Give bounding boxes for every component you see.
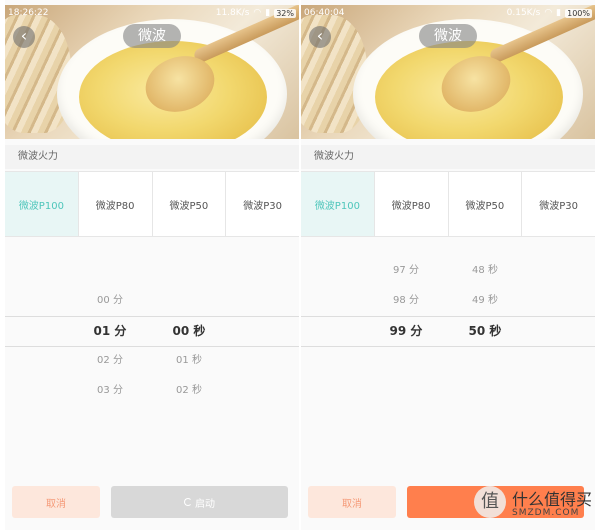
battery-level: 32% [274, 8, 296, 18]
minute-value: 02 分 [97, 355, 123, 366]
minute-value: 98 分 [393, 295, 419, 306]
picker-row[interactable]: 98 分 49 秒 [301, 286, 595, 316]
status-bar: 18:26:22 11.8K/s ◠ ▮ 32% [5, 6, 299, 20]
second-value: 01 秒 [176, 355, 202, 366]
time-picker[interactable]: 00 分 01 分 00 秒 02 分 01 秒 03 分 02 秒 [5, 238, 299, 478]
second-value: 50 秒 [468, 324, 502, 338]
section-label: 微波火力 [5, 145, 299, 169]
phone-screen-right: 06:40:04 0.15K/s ◠ ▮ 100% ‹ 微波 微波火力 微波P1… [301, 0, 595, 530]
tab-p100[interactable]: 微波P100 [5, 172, 78, 236]
section-label: 微波火力 [301, 145, 595, 169]
power-tabs: 微波P100 微波P80 微波P50 微波P30 [5, 171, 299, 237]
picker-row-selected[interactable]: 99 分 50 秒 [301, 316, 595, 346]
power-tabs: 微波P100 微波P80 微波P50 微波P30 [301, 171, 595, 237]
network-speed: 11.8K/s [215, 8, 250, 18]
page-title: 微波 [419, 24, 477, 48]
picker-row-selected[interactable]: 01 分 00 秒 [5, 316, 299, 346]
tab-p50[interactable]: 微波P50 [447, 172, 522, 236]
minute-value: 00 分 [97, 295, 123, 306]
picker-row[interactable]: 00 分 [5, 286, 299, 316]
second-value: 00 秒 [172, 324, 206, 338]
watermark-title: 什么值得买 [512, 490, 593, 509]
tab-p30[interactable]: 微波P30 [521, 172, 595, 236]
picker-row[interactable]: 03 分 02 秒 [5, 376, 299, 406]
picker-row[interactable] [5, 256, 299, 286]
time-picker[interactable]: 97 分 48 秒 98 分 49 秒 99 分 50 秒 [301, 238, 595, 478]
picker-row[interactable]: 97 分 48 秒 [301, 256, 595, 286]
smzdm-logo-icon: 值 [474, 486, 506, 518]
status-time: 06:40:04 [304, 8, 345, 18]
minute-value: 97 分 [393, 265, 419, 276]
back-button[interactable]: ‹ [13, 26, 35, 48]
network-speed: 0.15K/s [506, 8, 541, 18]
minute-value: 03 分 [97, 385, 123, 396]
wifi-icon: ◠ [544, 8, 553, 18]
status-bar: 06:40:04 0.15K/s ◠ ▮ 100% [301, 6, 595, 20]
signal-icon: ▮ [556, 8, 562, 18]
watermark-subtitle: SMZDM.COM [512, 508, 580, 518]
cancel-button[interactable]: 取消 [12, 486, 100, 518]
second-value: 48 秒 [472, 265, 498, 276]
tab-p80[interactable]: 微波P80 [373, 172, 448, 236]
chevron-left-icon: ‹ [316, 26, 324, 45]
status-time: 18:26:22 [8, 8, 49, 18]
minute-value: 01 分 [93, 324, 127, 338]
battery-level: 100% [565, 8, 592, 18]
start-button[interactable]: 启动 [111, 486, 288, 518]
action-bar: 取消 启动 [5, 486, 299, 518]
smzdm-watermark: 值 什么值得买 SMZDM.COM [474, 482, 594, 524]
signal-icon: ▮ [265, 8, 271, 18]
chevron-left-icon: ‹ [20, 26, 28, 45]
picker-row[interactable]: 02 分 01 秒 [5, 346, 299, 376]
page-title: 微波 [123, 24, 181, 48]
second-value: 49 秒 [472, 295, 498, 306]
minute-value: 99 分 [389, 324, 423, 338]
wifi-icon: ◠ [253, 8, 262, 18]
back-button[interactable]: ‹ [309, 26, 331, 48]
tab-p100[interactable]: 微波P100 [301, 172, 374, 236]
tab-p30[interactable]: 微波P30 [225, 172, 299, 236]
second-value: 02 秒 [176, 385, 202, 396]
phone-screen-left: 18:26:22 11.8K/s ◠ ▮ 32% ‹ 微波 微波火力 微波P10… [5, 0, 299, 530]
picker-row[interactable] [301, 346, 595, 376]
cancel-button[interactable]: 取消 [308, 486, 396, 518]
picker-row[interactable] [301, 376, 595, 406]
tab-p50[interactable]: 微波P50 [151, 172, 226, 236]
start-label: 启动 [195, 498, 215, 510]
loading-spinner-icon [184, 498, 192, 506]
tab-p80[interactable]: 微波P80 [77, 172, 152, 236]
